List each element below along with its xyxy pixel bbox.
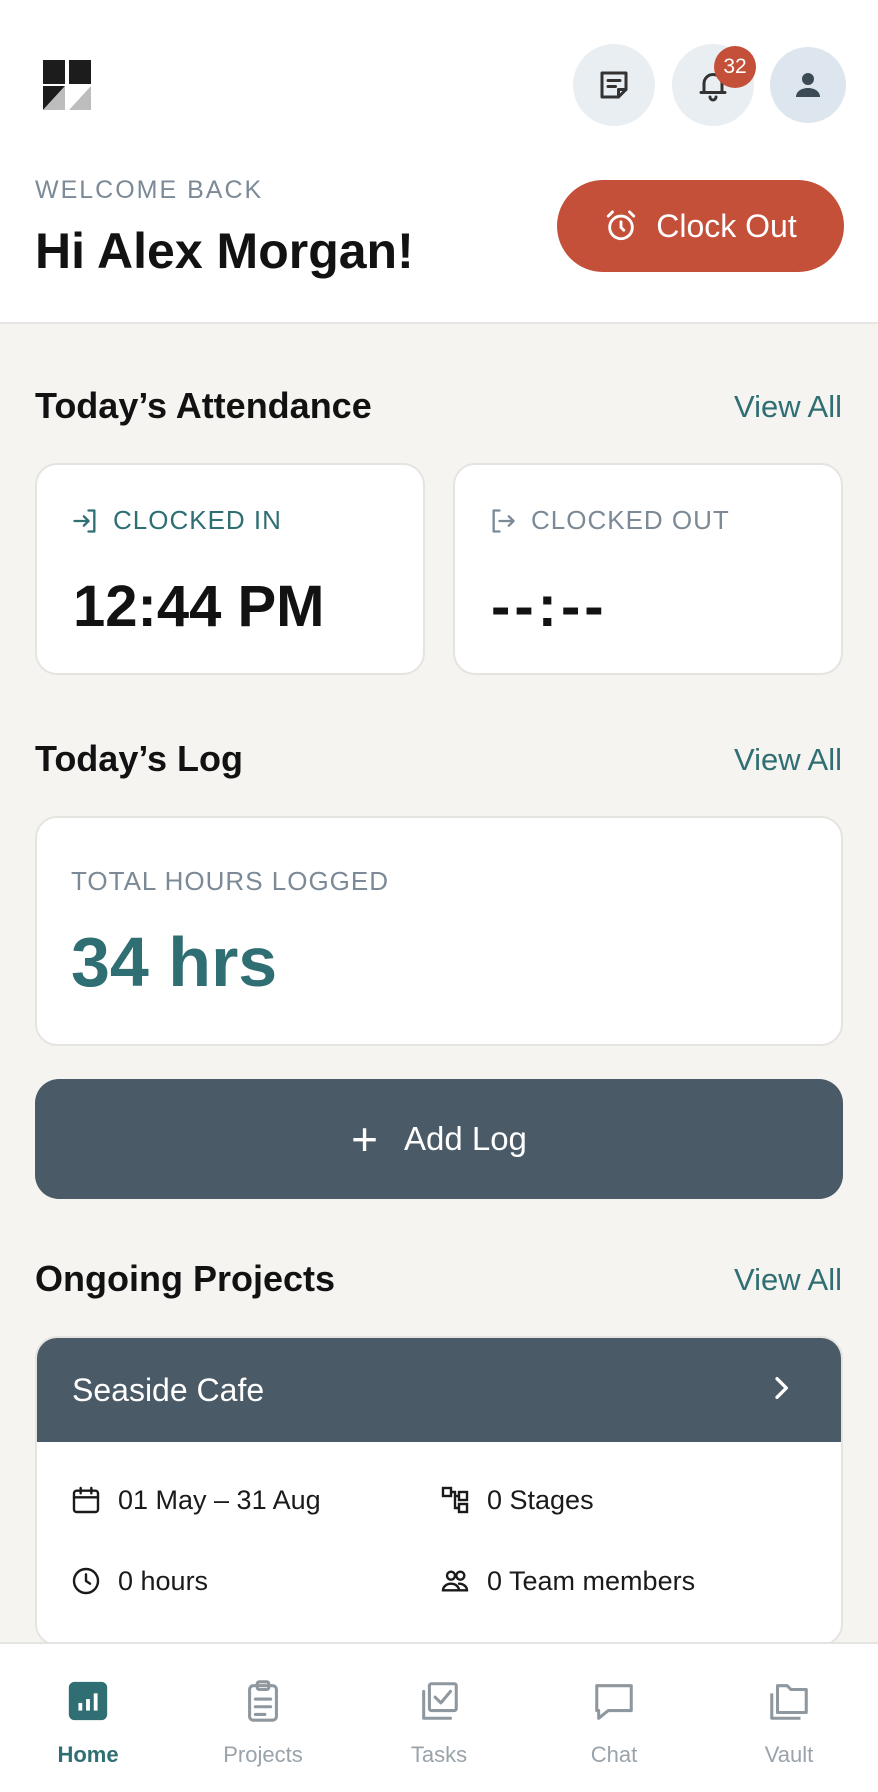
nav-label-chat: Chat bbox=[590, 1742, 638, 1767]
add-log-label: Add Log bbox=[403, 1120, 527, 1157]
nav-label-tasks: Tasks bbox=[410, 1742, 468, 1767]
clipboard-icon bbox=[248, 1680, 278, 1722]
nav-label-projects: Projects bbox=[223, 1742, 303, 1767]
logo-icon bbox=[43, 60, 91, 110]
clock-icon bbox=[72, 1567, 100, 1595]
profile-button[interactable] bbox=[770, 47, 846, 123]
clocked-in-label: CLOCKED IN bbox=[113, 505, 282, 535]
clocked-out-label: CLOCKED OUT bbox=[531, 505, 730, 535]
clock-out-button[interactable]: Clock Out bbox=[557, 180, 844, 272]
log-view-all-link[interactable]: View All bbox=[734, 742, 842, 778]
project-dates: 01 May – 31 Aug bbox=[70, 1484, 321, 1516]
log-title: Today’s Log bbox=[35, 738, 244, 779]
notification-badge: 32 bbox=[714, 46, 756, 88]
chat-bubble-icon bbox=[595, 1684, 633, 1720]
clocked-out-label-row: CLOCKED OUT bbox=[489, 505, 730, 536]
projects-view-all-link[interactable]: View All bbox=[734, 1262, 842, 1298]
nav-item-home[interactable]: Home bbox=[18, 1678, 158, 1768]
project-header[interactable]: Seaside Cafe bbox=[37, 1338, 841, 1442]
calendar-icon bbox=[72, 1486, 100, 1514]
project-hours: 0 hours bbox=[70, 1565, 208, 1597]
nav-item-vault[interactable]: Vault bbox=[719, 1678, 859, 1768]
clock-out-label: Clock Out bbox=[656, 207, 797, 244]
chevron-right-icon bbox=[775, 1377, 788, 1399]
team-icon bbox=[441, 1570, 469, 1592]
project-card[interactable]: Seaside Cafe 01 May – 31 Aug 0 Stages 0 … bbox=[35, 1336, 843, 1646]
alarm-clock-icon bbox=[607, 210, 636, 241]
project-members: 0 Team members bbox=[439, 1565, 695, 1597]
nav-label-home: Home bbox=[57, 1742, 119, 1767]
plus-icon: + bbox=[351, 1113, 378, 1165]
total-hours-card: TOTAL HOURS LOGGED 34 hrs bbox=[35, 816, 843, 1046]
clocked-out-time: --:-- bbox=[491, 574, 608, 639]
nav-item-chat[interactable]: Chat bbox=[544, 1678, 684, 1768]
nav-item-projects[interactable]: Projects bbox=[193, 1678, 333, 1768]
welcome-label: WELCOME BACK bbox=[35, 176, 264, 204]
total-hours-label: TOTAL HOURS LOGGED bbox=[71, 866, 390, 896]
projects-title: Ongoing Projects bbox=[35, 1258, 336, 1299]
login-arrow-icon bbox=[73, 508, 96, 533]
stages-tree-icon bbox=[441, 1486, 469, 1514]
project-name: Seaside Cafe bbox=[72, 1371, 265, 1408]
clocked-out-card: CLOCKED OUT --:-- bbox=[453, 463, 843, 675]
total-hours-value: 34 hrs bbox=[71, 923, 278, 1001]
home-chart-icon bbox=[68, 1681, 108, 1721]
nav-item-tasks[interactable]: Tasks bbox=[369, 1678, 509, 1768]
user-icon bbox=[796, 73, 820, 97]
greeting-title: Hi Alex Morgan! bbox=[35, 223, 414, 279]
add-log-button[interactable]: + Add Log bbox=[35, 1079, 843, 1199]
clocked-in-time: 12:44 PM bbox=[73, 574, 325, 639]
clocked-in-label-row: CLOCKED IN bbox=[71, 505, 282, 536]
logout-arrow-icon bbox=[492, 508, 515, 533]
bottom-navigation: Home Projects Tasks Chat Vault bbox=[0, 1642, 878, 1792]
project-stages: 0 Stages bbox=[439, 1484, 594, 1516]
app-header: 32 WELCOME BACK Hi Alex Morgan! Clock Ou… bbox=[0, 0, 878, 324]
nav-label-vault: Vault bbox=[764, 1742, 814, 1767]
tasks-check-icon bbox=[422, 1682, 458, 1720]
attendance-title: Today’s Attendance bbox=[35, 385, 372, 426]
notes-button[interactable] bbox=[573, 44, 655, 126]
attendance-view-all-link[interactable]: View All bbox=[734, 389, 842, 425]
folder-icon bbox=[770, 1684, 808, 1720]
clocked-in-card: CLOCKED IN 12:44 PM bbox=[35, 463, 425, 675]
notes-icon bbox=[600, 71, 628, 99]
